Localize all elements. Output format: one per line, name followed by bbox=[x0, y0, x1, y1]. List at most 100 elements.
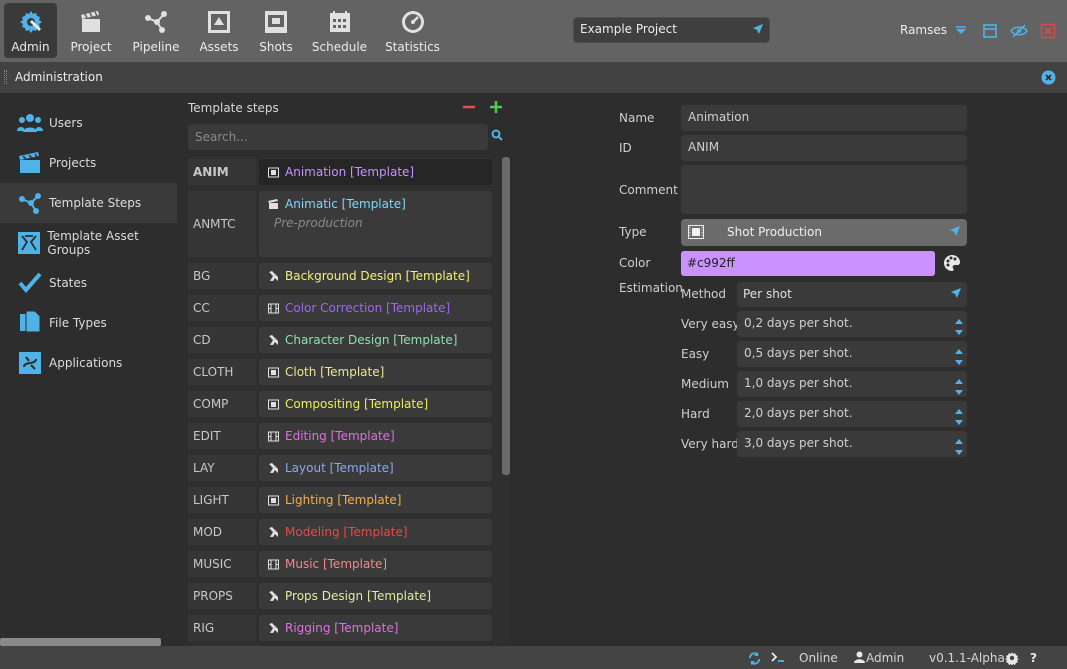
spin-down-icon[interactable] bbox=[954, 326, 964, 335]
sidebar-item-applications[interactable]: Applications bbox=[0, 343, 177, 383]
id-label: ID bbox=[619, 141, 632, 155]
step-card[interactable]: Rigging [Template] bbox=[259, 615, 492, 641]
spin-up-icon[interactable] bbox=[954, 374, 964, 384]
sidebar-item-users[interactable]: Users bbox=[0, 103, 177, 143]
user-menu-icon[interactable] bbox=[952, 22, 970, 40]
step-card[interactable]: Animation [Template] bbox=[259, 159, 492, 185]
type-select[interactable]: Shot Production bbox=[681, 219, 967, 246]
tool-assets[interactable]: Assets bbox=[196, 3, 242, 58]
list-item[interactable]: CC Color Correction [Template] bbox=[188, 295, 498, 321]
list-item[interactable]: MOD Modeling [Template] bbox=[188, 519, 498, 545]
sidebar-item-states[interactable]: States bbox=[0, 263, 177, 303]
method-select[interactable]: Per shot bbox=[737, 282, 967, 307]
color-palette-icon[interactable] bbox=[943, 254, 961, 275]
refresh-icon[interactable] bbox=[748, 652, 761, 668]
step-card[interactable]: Editing [Template] bbox=[259, 423, 492, 449]
shot-film-icon bbox=[268, 399, 279, 410]
step-card[interactable]: Layout [Template] bbox=[259, 455, 492, 481]
project-select[interactable]: Example Project bbox=[573, 17, 770, 43]
list-item[interactable]: PROPS Props Design [Template] bbox=[188, 583, 498, 609]
admin-gear-icon bbox=[16, 7, 46, 37]
search-input[interactable] bbox=[188, 124, 488, 150]
step-short-id: CLOTH bbox=[188, 359, 256, 385]
list-item[interactable]: CD Character Design [Template] bbox=[188, 327, 498, 353]
console-icon[interactable] bbox=[771, 651, 785, 666]
spin-up-icon[interactable] bbox=[954, 344, 964, 354]
list-item[interactable]: RIG Rigging [Template] bbox=[188, 615, 498, 641]
step-card[interactable]: Music [Template] bbox=[259, 551, 492, 577]
status-user[interactable]: Admin bbox=[866, 651, 904, 665]
step-name: Music [Template] bbox=[285, 557, 388, 571]
step-card[interactable]: Lighting [Template] bbox=[259, 487, 492, 513]
step-card[interactable]: Background Design [Template] bbox=[259, 263, 492, 289]
step-card[interactable]: Props Design [Template] bbox=[259, 583, 492, 609]
sidebar-item-template-asset-groups[interactable]: Template Asset Groups bbox=[0, 223, 177, 263]
asset-piece-icon bbox=[268, 462, 279, 474]
online-status[interactable]: Online bbox=[799, 651, 838, 665]
tool-schedule[interactable]: Schedule bbox=[311, 3, 368, 58]
close-window-icon[interactable] bbox=[1039, 22, 1057, 40]
drag-handle[interactable] bbox=[4, 70, 7, 84]
search-icon[interactable] bbox=[491, 129, 503, 144]
list-item[interactable]: BG Background Design [Template] bbox=[188, 263, 498, 289]
step-card[interactable]: Modeling [Template] bbox=[259, 519, 492, 545]
list-item[interactable]: ANMTC Animatic [Template] Pre-production bbox=[188, 191, 498, 257]
step-card[interactable]: Character Design [Template] bbox=[259, 327, 492, 353]
project-select-value: Example Project bbox=[580, 22, 677, 36]
step-card[interactable]: Color Correction [Template] bbox=[259, 295, 492, 321]
tool-label: Admin bbox=[11, 40, 50, 54]
estimation-days-spinbox[interactable]: 0,5 days per shot. bbox=[737, 341, 967, 367]
list-item[interactable]: CLOTH Cloth [Template] bbox=[188, 359, 498, 385]
estimation-days-spinbox[interactable]: 2,0 days per shot. bbox=[737, 401, 967, 427]
tool-shots[interactable]: Shots bbox=[253, 3, 299, 58]
spin-up-icon[interactable] bbox=[954, 314, 964, 324]
tool-project[interactable]: Project bbox=[65, 3, 117, 58]
list-scrollbar[interactable] bbox=[502, 157, 510, 475]
estimation-days-spinbox[interactable]: 1,0 days per shot. bbox=[737, 371, 967, 397]
name-label: Name bbox=[619, 111, 655, 125]
tool-label: Shots bbox=[259, 40, 293, 54]
color-field[interactable]: #c992ff bbox=[681, 251, 935, 276]
hide-eye-icon[interactable] bbox=[1010, 22, 1028, 40]
sidebar-item-file-types[interactable]: File Types bbox=[0, 303, 177, 343]
step-card[interactable]: Animatic [Template] Pre-production bbox=[259, 191, 492, 257]
sidebar-item-projects[interactable]: Projects bbox=[0, 143, 177, 183]
list-item[interactable]: ANIM Animation [Template] bbox=[188, 159, 498, 185]
sidebar-item-template-steps[interactable]: Template Steps bbox=[0, 183, 177, 223]
add-step-button[interactable] bbox=[489, 100, 503, 117]
step-card[interactable]: Cloth [Template] bbox=[259, 359, 492, 385]
maximize-icon[interactable] bbox=[981, 22, 999, 40]
estimation-days-spinbox[interactable]: 3,0 days per shot. bbox=[737, 431, 967, 457]
step-card[interactable]: Compositing [Template] bbox=[259, 391, 492, 417]
sidebar-horizontal-scrollbar[interactable] bbox=[0, 638, 161, 646]
list-item[interactable]: COMP Compositing [Template] bbox=[188, 391, 498, 417]
estimation-days-spinbox[interactable]: 0,2 days per shot. bbox=[737, 311, 967, 337]
list-item[interactable]: EDIT Editing [Template] bbox=[188, 423, 498, 449]
list-item[interactable]: MUSIC Music [Template] bbox=[188, 551, 498, 577]
help-icon[interactable]: ? bbox=[1030, 651, 1037, 665]
name-field[interactable]: Animation bbox=[681, 105, 967, 131]
id-field[interactable]: ANIM bbox=[681, 135, 967, 161]
spin-down-icon[interactable] bbox=[954, 416, 964, 425]
type-label: Type bbox=[619, 225, 647, 239]
estimation-level-label: Very hard bbox=[681, 437, 739, 451]
settings-icon[interactable] bbox=[1005, 651, 1019, 668]
spin-down-icon[interactable] bbox=[954, 446, 964, 455]
remove-step-button[interactable] bbox=[462, 100, 476, 117]
list-item[interactable]: LIGHT Lighting [Template] bbox=[188, 487, 498, 513]
spin-down-icon[interactable] bbox=[954, 386, 964, 395]
comment-field[interactable] bbox=[681, 165, 967, 214]
sidebar-item-label: Template Asset Groups bbox=[47, 229, 139, 257]
estimation-level-label: Medium bbox=[681, 377, 729, 391]
spin-up-icon[interactable] bbox=[954, 434, 964, 444]
list-item[interactable]: LAY Layout [Template] bbox=[188, 455, 498, 481]
tool-admin[interactable]: Admin bbox=[4, 3, 57, 58]
tool-statistics[interactable]: Statistics bbox=[384, 3, 441, 58]
asset-piece-icon bbox=[268, 270, 279, 282]
step-name: Background Design [Template] bbox=[285, 269, 470, 283]
spin-down-icon[interactable] bbox=[954, 356, 964, 365]
tool-pipeline[interactable]: Pipeline bbox=[130, 3, 182, 58]
current-user-name[interactable]: Ramses bbox=[900, 23, 947, 37]
close-panel-icon[interactable] bbox=[1041, 70, 1056, 88]
spin-up-icon[interactable] bbox=[954, 404, 964, 414]
